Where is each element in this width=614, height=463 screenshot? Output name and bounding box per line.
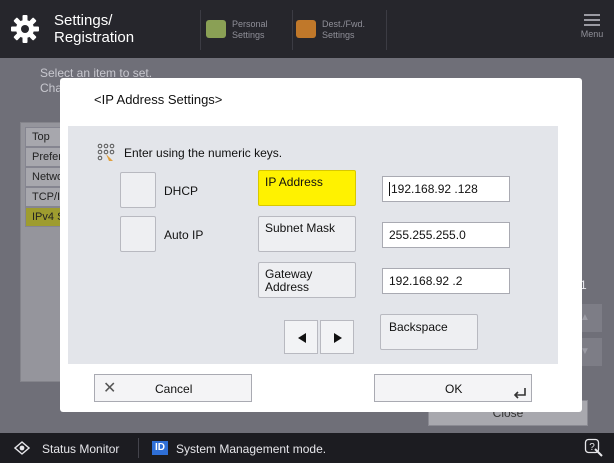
gateway-address-label-line2: Address <box>265 280 310 294</box>
ip-address-label: IP Address <box>265 175 323 189</box>
ip-address-button[interactable]: IP Address <box>258 170 356 206</box>
id-badge-icon: ID <box>152 441 168 455</box>
app-title: Settings/ Registration <box>54 12 174 46</box>
auto-ip-label: Auto IP <box>164 228 204 242</box>
tab-dest-line1: Dest./Fwd. <box>322 19 366 29</box>
destination-icon <box>296 20 316 38</box>
backspace-button[interactable]: Backspace <box>380 314 478 350</box>
gateway-address-button[interactable]: Gateway Address <box>258 262 356 298</box>
arrow-left-icon <box>298 333 306 343</box>
subnet-mask-button[interactable]: Subnet Mask <box>258 216 356 252</box>
tab-personal-line1: Personal <box>232 19 268 29</box>
personal-settings-icon <box>206 20 226 38</box>
dialog-body: Enter using the numeric keys. DHCP Auto … <box>68 126 558 364</box>
tab-personal-settings[interactable]: Personal Settings <box>206 14 294 46</box>
help-icon[interactable]: ? <box>584 438 604 458</box>
subnet-mask-label: Subnet Mask <box>265 221 336 235</box>
status-monitor-button[interactable]: Status Monitor <box>42 442 119 456</box>
app-title-line1: Settings/ <box>54 12 113 29</box>
menu-label: Menu <box>580 29 604 39</box>
tab-personal-line2: Settings <box>232 30 265 40</box>
gateway-address-field[interactable]: 192.168.92 .2 <box>382 268 510 294</box>
enter-icon <box>513 388 526 399</box>
app-title-line2: Registration <box>54 29 135 46</box>
svg-text:?: ? <box>589 442 595 453</box>
gear-icon <box>11 15 39 43</box>
dhcp-label: DHCP <box>164 184 199 198</box>
system-mode-label: System Management mode. <box>176 442 327 456</box>
tab-separator <box>386 10 387 50</box>
dialog-title: <IP Address Settings> <box>94 92 223 107</box>
text-cursor <box>389 182 390 196</box>
hamburger-icon <box>584 14 600 26</box>
status-monitor-icon[interactable] <box>14 441 30 455</box>
tab-dest-line2: Settings <box>322 30 355 40</box>
subnet-mask-field[interactable]: 255.255.255.0 <box>382 222 510 248</box>
cancel-label: Cancel <box>155 382 193 396</box>
menu-button[interactable]: Menu <box>574 14 610 50</box>
tab-dest-fwd-settings[interactable]: Dest./Fwd. Settings <box>296 14 386 46</box>
gateway-address-value: 192.168.92 .2 <box>389 274 463 288</box>
status-separator <box>138 438 139 458</box>
cursor-left-button[interactable] <box>284 320 318 354</box>
tab-separator <box>292 10 293 50</box>
close-icon: ✕ <box>103 380 117 397</box>
arrow-right-icon <box>334 333 342 343</box>
ip-address-value: 192.168.92 .128 <box>391 182 478 196</box>
instruction-text: Enter using the numeric keys. <box>124 146 283 160</box>
tab-separator <box>200 10 201 50</box>
numeric-keys-icon <box>97 143 115 161</box>
auto-ip-checkbox[interactable] <box>120 216 156 252</box>
cancel-button[interactable]: ✕ Cancel <box>94 374 252 402</box>
cursor-right-button[interactable] <box>320 320 354 354</box>
ip-address-field[interactable]: 192.168.92 .128 <box>382 176 510 202</box>
ip-address-settings-dialog: <IP Address Settings> Enter using the nu… <box>60 78 582 412</box>
ok-label: OK <box>445 382 463 396</box>
dhcp-checkbox[interactable] <box>120 172 156 208</box>
subnet-mask-value: 255.255.255.0 <box>389 228 466 242</box>
status-bar: Status Monitor ID System Management mode… <box>0 433 614 463</box>
ok-button[interactable]: OK <box>374 374 532 402</box>
top-bar: Settings/ Registration Personal Settings… <box>0 0 614 58</box>
